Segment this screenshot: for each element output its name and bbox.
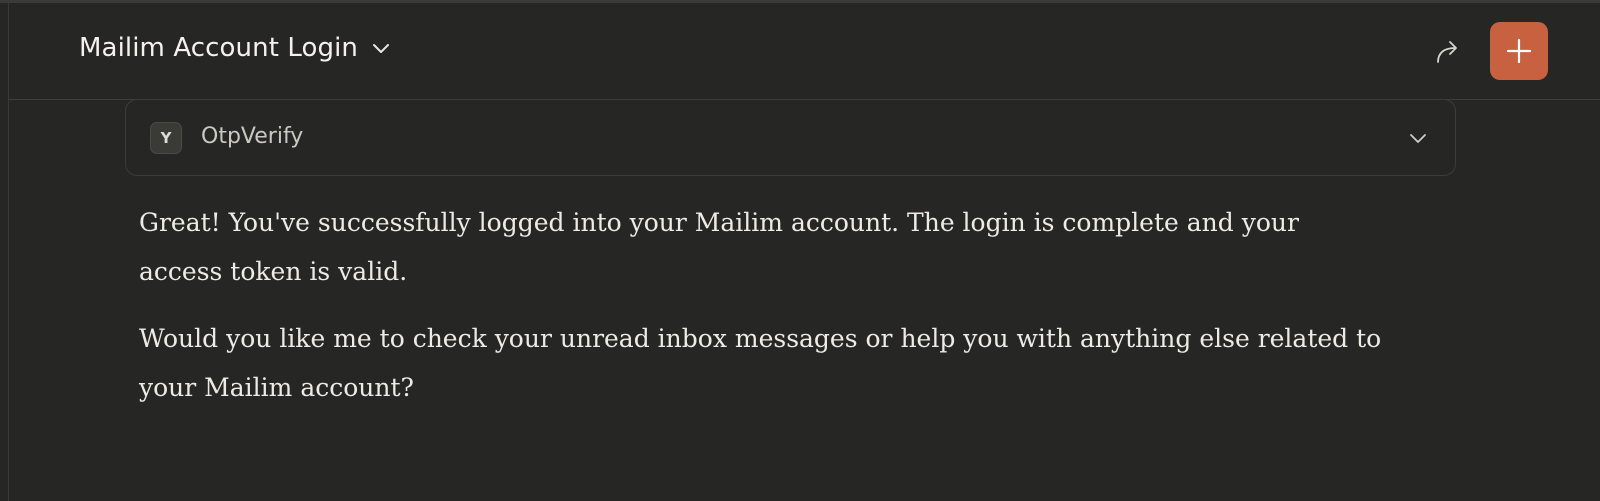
tool-call-card[interactable]: Y OtpVerify — [125, 99, 1456, 176]
assistant-message: Great! You've successfully logged into y… — [139, 198, 1389, 430]
tool-name: OtpVerify — [201, 124, 304, 149]
share-arrow-icon — [1437, 41, 1457, 63]
chat-title-dropdown[interactable]: Mailim Account Login — [79, 33, 392, 63]
chevron-down-icon[interactable] — [1407, 127, 1429, 149]
tool-badge: Y — [150, 122, 182, 154]
chat-title: Mailim Account Login — [79, 33, 359, 63]
chevron-down-icon — [373, 44, 390, 53]
share-button[interactable] — [1429, 33, 1467, 71]
chat-header: Mailim Account Login — [9, 3, 1600, 100]
message-paragraph: Great! You've successfully logged into y… — [139, 208, 1299, 286]
plus-icon — [1506, 38, 1532, 64]
message-paragraph: Would you like me to check your unread i… — [139, 324, 1382, 402]
new-chat-button[interactable] — [1490, 22, 1548, 80]
